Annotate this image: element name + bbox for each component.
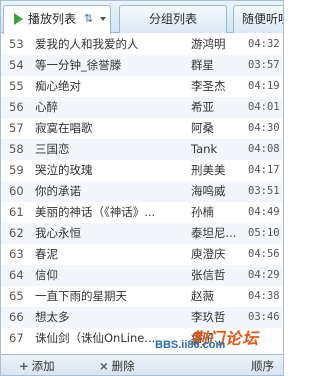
song-duration: 04:56 bbox=[248, 248, 280, 260]
song-number: 61 bbox=[9, 205, 24, 219]
song-number: 57 bbox=[9, 121, 24, 135]
song-number: 67 bbox=[9, 331, 24, 345]
song-title: 哭泣的玫瑰 bbox=[35, 163, 93, 177]
song-title: 心醉 bbox=[35, 100, 58, 114]
song-duration: 05:10 bbox=[248, 227, 280, 239]
table-row[interactable]: 65 一直下雨的星期天 赵薇 04:38 bbox=[1, 286, 283, 307]
song-title: 你的承诺 bbox=[35, 184, 81, 198]
table-row[interactable]: 57 寂寞在唱歌 阿桑 04:30 bbox=[1, 118, 283, 139]
table-row[interactable]: 55 痴心绝对 李圣杰 04:19 bbox=[1, 76, 283, 97]
table-row[interactable]: 59 哭泣的玫瑰 刑美美 04:17 bbox=[1, 160, 283, 181]
add-label: 添加 bbox=[31, 359, 55, 373]
song-artist: 群星 bbox=[191, 58, 214, 72]
song-artist: 刑美美 bbox=[191, 163, 226, 177]
song-duration: 04:08 bbox=[248, 143, 280, 155]
song-number: 55 bbox=[9, 79, 24, 93]
table-row[interactable]: 58 三国恋 Tank 04:08 bbox=[1, 139, 283, 160]
song-artist: 孙楠 bbox=[191, 205, 214, 219]
song-list[interactable]: 53 爱我的人和我爱的人 游鸿明 04:32 54 等一分钟_徐誉滕 群星 03… bbox=[1, 34, 283, 354]
table-row[interactable]: 54 等一分钟_徐誉滕 群星 03:57 bbox=[1, 55, 283, 76]
song-artist: Tank bbox=[191, 142, 218, 156]
song-number: 53 bbox=[9, 37, 24, 51]
song-title: 美丽的神话（《神话》... bbox=[35, 205, 156, 219]
song-artist: 泰坦尼... bbox=[191, 226, 237, 240]
song-number: 66 bbox=[9, 310, 24, 324]
table-row[interactable]: 56 心醉 希亚 04:01 bbox=[1, 97, 283, 118]
table-row[interactable]: 63 春泥 庾澄庆 04:56 bbox=[1, 244, 283, 265]
song-title: 寂寞在唱歌 bbox=[35, 121, 93, 135]
song-artist: 海鸣威 bbox=[191, 184, 226, 198]
song-title: 我心永恒 bbox=[35, 226, 81, 240]
table-row[interactable]: 60 你的承诺 海鸣威 03:51 bbox=[1, 181, 283, 202]
add-button[interactable]: + 添加 bbox=[19, 355, 55, 375]
order-button[interactable]: 顺序 bbox=[251, 355, 274, 375]
song-number: 64 bbox=[9, 268, 24, 282]
tab-bar: 播放列表 ⇅ 分组列表 随便听听 bbox=[1, 1, 283, 34]
song-number: 62 bbox=[9, 226, 24, 240]
song-duration: 04:38 bbox=[248, 290, 280, 302]
song-duration: 04:32 bbox=[248, 38, 280, 50]
plus-icon: + bbox=[19, 359, 29, 373]
tab-playlist-label: 播放列表 bbox=[28, 12, 77, 26]
song-title: 三国恋 bbox=[35, 142, 70, 156]
song-duration: 03:51 bbox=[248, 185, 280, 197]
song-artist: 希亚 bbox=[191, 100, 214, 114]
forum-watermark: 荆门论坛 BBS.ii86.com bbox=[151, 327, 283, 355]
song-title: 想太多 bbox=[35, 310, 70, 324]
song-number: 56 bbox=[9, 100, 24, 114]
song-duration: 04:29 bbox=[248, 269, 280, 281]
tab-playlist[interactable]: 播放列表 ⇅ bbox=[3, 5, 111, 34]
song-title: 信仰 bbox=[35, 268, 58, 282]
table-row[interactable]: 64 信仰 张信哲 04:29 bbox=[1, 265, 283, 286]
tab-random-listen[interactable]: 随便听听 bbox=[233, 5, 283, 33]
song-artist: 李圣杰 bbox=[191, 79, 226, 93]
song-number: 60 bbox=[9, 184, 24, 198]
sort-icon[interactable]: ⇅ bbox=[84, 6, 93, 32]
song-artist: 阿桑 bbox=[191, 121, 214, 135]
song-title: 爱我的人和我爱的人 bbox=[35, 37, 139, 51]
song-title: 痴心绝对 bbox=[35, 79, 81, 93]
song-number: 63 bbox=[9, 247, 24, 261]
tab-group-label: 分组列表 bbox=[148, 12, 197, 26]
delete-label: 删除 bbox=[111, 359, 135, 373]
song-duration: 04:19 bbox=[248, 80, 280, 92]
song-duration: 04:30 bbox=[248, 122, 280, 134]
song-duration: 04:49 bbox=[248, 206, 280, 218]
song-number: 59 bbox=[9, 163, 24, 177]
play-icon[interactable] bbox=[14, 13, 23, 25]
song-artist: 赵薇 bbox=[191, 289, 214, 303]
song-duration: 04:17 bbox=[248, 164, 280, 176]
song-duration: 03:57 bbox=[248, 59, 280, 71]
song-number: 58 bbox=[9, 142, 24, 156]
order-label: 顺序 bbox=[251, 359, 274, 373]
song-number: 54 bbox=[9, 58, 24, 72]
table-row[interactable]: 61 美丽的神话（《神话》... 孙楠 04:49 bbox=[1, 202, 283, 223]
song-artist: 庾澄庆 bbox=[191, 247, 226, 261]
delete-button[interactable]: × 删除 bbox=[99, 355, 135, 375]
table-row[interactable]: 62 我心永恒 泰坦尼... 05:10 bbox=[1, 223, 283, 244]
tab-random-label: 随便听听 bbox=[242, 12, 283, 26]
watermark-url: BBS.ii86.com bbox=[155, 339, 226, 351]
close-icon: × bbox=[99, 359, 109, 373]
song-artist: 游鸿明 bbox=[191, 37, 226, 51]
song-artist: 张信哲 bbox=[191, 268, 226, 282]
song-title: 一直下雨的星期天 bbox=[35, 289, 127, 303]
chevron-down-icon[interactable] bbox=[100, 17, 106, 21]
bottom-toolbar: + 添加 × 删除 顺序 bbox=[1, 354, 283, 375]
music-player-panel: 播放列表 ⇅ 分组列表 随便听听 53 爱我的人和我爱的人 游鸿明 04:32 … bbox=[0, 0, 284, 376]
tab-group-list[interactable]: 分组列表 bbox=[119, 5, 227, 33]
song-duration: 04:01 bbox=[248, 101, 280, 113]
table-row[interactable]: 53 爱我的人和我爱的人 游鸿明 04:32 bbox=[1, 34, 283, 55]
song-title: 春泥 bbox=[35, 247, 58, 261]
song-number: 65 bbox=[9, 289, 24, 303]
song-title: 等一分钟_徐誉滕 bbox=[35, 58, 122, 72]
